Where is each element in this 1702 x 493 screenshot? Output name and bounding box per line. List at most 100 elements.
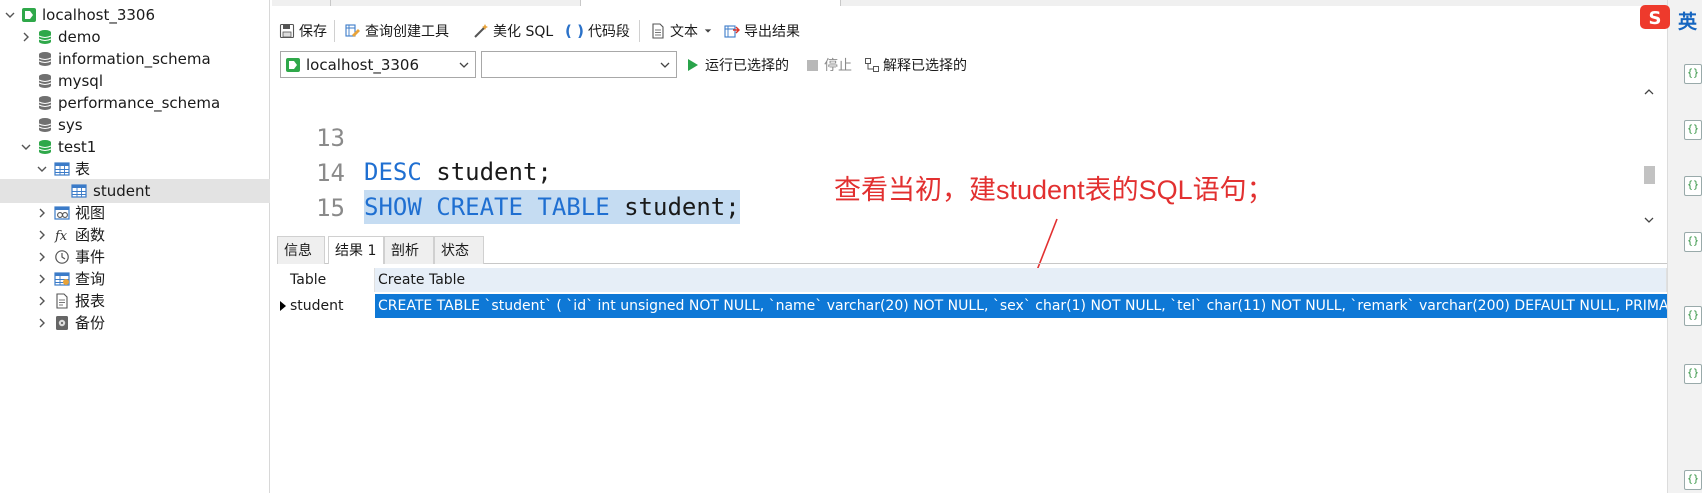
connection-select[interactable]: localhost_3306	[280, 51, 476, 78]
text-label: 文本	[670, 24, 698, 40]
tree-item-db-mysql[interactable]: mysql	[0, 69, 270, 93]
query-builder-label: 查询创建工具	[365, 24, 449, 40]
clock-icon	[55, 250, 69, 264]
document-icon	[652, 23, 664, 39]
tree-item-connection[interactable]: localhost_3306	[0, 3, 270, 27]
db-label: performance_schema	[58, 94, 221, 112]
chevron-down-icon[interactable]	[20, 141, 32, 153]
stop-button[interactable]: 停止	[807, 55, 852, 75]
editor-scrollbar[interactable]	[1640, 86, 1658, 230]
beautify-sql-label: 美化 SQL	[493, 24, 554, 40]
query-tab-active[interactable]	[580, 0, 840, 6]
chevron-down-icon[interactable]	[660, 60, 670, 70]
tab-profile[interactable]: 剖析	[384, 236, 434, 264]
chevron-right-icon[interactable]	[36, 317, 48, 329]
database-open-icon	[38, 140, 52, 154]
column-header-create-table[interactable]: Create Table	[375, 268, 1667, 292]
db-label: sys	[58, 116, 83, 134]
database-select[interactable]	[481, 51, 677, 78]
tree-item-table-student[interactable]: student	[0, 179, 270, 203]
tree-item-tables[interactable]: 表	[0, 157, 270, 181]
query-builder-button[interactable]: 查询创建工具	[345, 21, 449, 41]
explain-icon	[865, 58, 879, 72]
snippet-icon[interactable]: {}	[1684, 470, 1702, 490]
tab-status[interactable]: 状态	[434, 236, 484, 264]
svg-text:S: S	[1649, 8, 1662, 29]
snippet-icon[interactable]: {}	[1684, 232, 1702, 252]
tree-item-views[interactable]: 视图	[0, 201, 270, 225]
sql-editor[interactable]: 13 DESC student; 14 SHOW CREATE TABLE st…	[277, 86, 1667, 230]
tree-item-db-information-schema[interactable]: information_schema	[0, 47, 270, 71]
chevron-right-icon[interactable]	[20, 31, 32, 43]
tree-item-db-performance-schema[interactable]: performance_schema	[0, 91, 270, 115]
code-snippet-label: 代码段	[587, 24, 630, 40]
save-button[interactable]: 保存	[279, 21, 327, 41]
tree-item-db-sys[interactable]: sys	[0, 113, 270, 137]
line-number: 16	[277, 226, 345, 230]
snippet-icon[interactable]: {}	[1684, 176, 1702, 196]
run-selected-button[interactable]: 运行已选择的	[687, 55, 789, 75]
connection-label: localhost_3306	[42, 6, 156, 24]
chevron-right-icon[interactable]	[36, 273, 48, 285]
chevron-right-icon[interactable]	[36, 229, 48, 241]
play-icon	[688, 59, 698, 71]
code-snippet-icon: ( )	[565, 22, 584, 40]
tables-label: 表	[75, 160, 91, 178]
table-icon	[71, 184, 87, 198]
database-closed-icon	[38, 96, 52, 110]
connection-icon	[286, 57, 300, 72]
code-snippet-button[interactable]: ( ) 代码段	[565, 21, 630, 41]
run-selected-label: 运行已选择的	[705, 58, 789, 74]
tab-info[interactable]: 信息	[277, 236, 325, 264]
chevron-right-icon[interactable]	[36, 207, 48, 219]
tree-item-backups[interactable]: 备份	[0, 311, 270, 335]
result-tab-bar: 信息 结果 1 剖析 状态	[277, 236, 1667, 264]
explain-selected-button[interactable]: 解释已选择的	[864, 55, 967, 75]
tab-result-1[interactable]: 结果 1	[328, 236, 384, 264]
editor-toolbar: 保存 查询创建工具 美化 SQL ( ) 代码段 文本 导出结果	[272, 14, 1667, 48]
query-builder-icon	[345, 24, 360, 37]
db-label: information_schema	[58, 50, 211, 68]
explain-selected-label: 解释已选择的	[883, 58, 967, 74]
tree-item-queries[interactable]: 查询	[0, 267, 270, 291]
query-tab[interactable]	[840, 0, 1100, 6]
snippet-icon[interactable]: {}	[1684, 120, 1702, 140]
tree-item-db-test1[interactable]: test1	[0, 135, 270, 159]
chevron-right-icon[interactable]	[36, 251, 48, 263]
chevron-right-icon[interactable]	[36, 295, 48, 307]
save-icon	[279, 23, 295, 39]
tree-item-reports[interactable]: 报表	[0, 289, 270, 313]
ime-indicator[interactable]: S 英	[1640, 3, 1702, 33]
snippet-icon[interactable]: {}	[1684, 364, 1702, 384]
current-row-marker	[280, 301, 286, 311]
tree-item-events[interactable]: 事件	[0, 245, 270, 269]
cell-create-table-sql[interactable]: CREATE TABLE `student` ( `id` int unsign…	[375, 294, 1667, 318]
query-icon	[54, 272, 70, 286]
code-line: 14 SHOW CREATE TABLE student;	[277, 122, 1617, 224]
result-grid: Table Create Table student CREATE TABLE …	[277, 268, 1667, 493]
connection-select-value: localhost_3306	[306, 55, 420, 74]
snippet-icon[interactable]: {}	[1684, 64, 1702, 84]
chevron-down-icon[interactable]	[4, 9, 16, 21]
tree-item-db-demo[interactable]: demo	[0, 25, 270, 49]
chevron-down-icon[interactable]	[459, 60, 469, 70]
query-tab-strip	[272, 0, 1667, 6]
column-header-table[interactable]: Table	[287, 268, 375, 292]
database-closed-icon	[38, 52, 52, 66]
tree-item-functions[interactable]: fx 函数	[0, 223, 270, 247]
events-label: 事件	[75, 248, 106, 266]
export-result-button[interactable]: 导出结果	[724, 21, 800, 41]
stop-icon	[807, 59, 818, 71]
snippet-icon[interactable]: {}	[1684, 306, 1702, 326]
export-result-label: 导出结果	[744, 24, 800, 40]
dropdown-arrow-icon[interactable]	[704, 27, 712, 35]
toolbar-divider	[639, 20, 640, 42]
backups-label: 备份	[75, 314, 106, 332]
code-line: 13 DESC student;	[277, 87, 1617, 186]
cell-table-name[interactable]: student	[287, 294, 375, 318]
toolbar-divider	[334, 20, 335, 42]
chevron-down-icon[interactable]	[36, 163, 48, 175]
text-button[interactable]: 文本	[650, 21, 712, 41]
beautify-sql-button[interactable]: 美化 SQL	[473, 21, 553, 41]
query-tab[interactable]	[330, 0, 580, 6]
